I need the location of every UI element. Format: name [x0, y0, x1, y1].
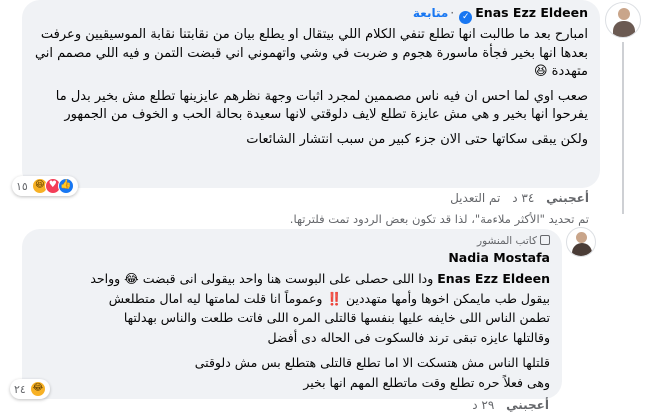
reply-body: Enas Ezz Eldeen ودا اللى حصلى على البوست… [34, 269, 550, 392]
comment-body: امبارح بعد ما طالبت انها تطلع تنفي الكلا… [34, 26, 588, 149]
comment-actions: أعجبني ٣٤ د تم التعديل [442, 191, 589, 205]
thread-line [622, 42, 624, 214]
pencil-icon [540, 235, 550, 245]
reply-line: وهى فعلاً حره تطلع وقت ماتطلع المهم انها… [303, 374, 550, 390]
like-button[interactable]: أعجبني [546, 191, 589, 205]
author-badge: كاتب المنشور [34, 234, 550, 249]
reaction-summary[interactable]: ٢٤ 😂 [10, 379, 50, 399]
reply-line: بيقول طب مايمكن اخوها وأمها متهددين ‼️ و… [108, 290, 550, 306]
comment-bubble: Enas Ezz Eldeen✓ ·متابعة امبارح بعد ما طا… [22, 0, 600, 188]
reply-bubble: كاتب المنشور Nadia Mostafa Enas Ezz Elde… [22, 229, 562, 399]
follow-button[interactable]: متابعة [413, 6, 448, 20]
edited-label: تم التعديل [450, 191, 501, 205]
avatar-head [576, 232, 587, 243]
comment-paragraph: ولكن يبقى سكاتها حتى الان جزء كبير من سب… [246, 131, 588, 147]
comment-header: Enas Ezz Eldeen✓ ·متابعة [34, 4, 588, 24]
avatar-head [618, 8, 630, 20]
reply-line: تطمن الناس اللى خايفه عليها بنفسها قالتل… [123, 310, 550, 325]
avatar-body [572, 243, 592, 256]
author-name[interactable]: Enas Ezz Eldeen [475, 5, 588, 20]
haha-reaction-icon: 😂 [29, 381, 46, 397]
mention-link[interactable]: Enas Ezz Eldeen [437, 271, 550, 286]
reply-time[interactable]: ٢٩ د [472, 398, 494, 412]
reaction-count: ٢٤ [14, 382, 26, 396]
reply-header: Nadia Mostafa [34, 249, 550, 267]
reply-line: قلتلها الناس مش هتسكت الا اما تطلع قالتل… [194, 355, 550, 370]
comment-time[interactable]: ٣٤ د [512, 191, 534, 205]
verified-badge-icon: ✓ [459, 11, 473, 24]
reaction-summary[interactable]: ١٥ 😆 ♥ 👍 [12, 176, 78, 196]
reply-line: Enas Ezz Eldeen ودا اللى حصلى على البوست… [34, 269, 550, 289]
avatar[interactable] [605, 2, 641, 38]
reply-line: وقالتلها عايزه تبقى ترند فالسكوت فى الحا… [267, 329, 550, 345]
avatar[interactable] [566, 227, 596, 257]
reaction-count: ١٥ [16, 179, 28, 193]
like-button[interactable]: أعجبني [506, 398, 549, 412]
like-reaction-icon: 👍 [57, 178, 74, 194]
reply-text: ودا اللى حصلى على البوست هنا واحد بيقولى… [90, 271, 434, 286]
author-name[interactable]: Nadia Mostafa [448, 250, 550, 265]
filter-notice: تم تحديد "الأكثر ملاءمة"، لذا قد تكون بع… [289, 212, 589, 226]
comment-paragraph: صعب اوي لما احس ان فيه ناس مصممين لمجرد … [55, 88, 588, 123]
separator: · [450, 5, 455, 20]
author-badge-label: كاتب المنشور [477, 235, 537, 247]
reply-actions: أعجبني ٢٩ د [464, 398, 549, 412]
avatar-body [613, 21, 635, 37]
comment-paragraph: امبارح بعد ما طالبت انها تطلع تنفي الكلا… [34, 27, 588, 79]
